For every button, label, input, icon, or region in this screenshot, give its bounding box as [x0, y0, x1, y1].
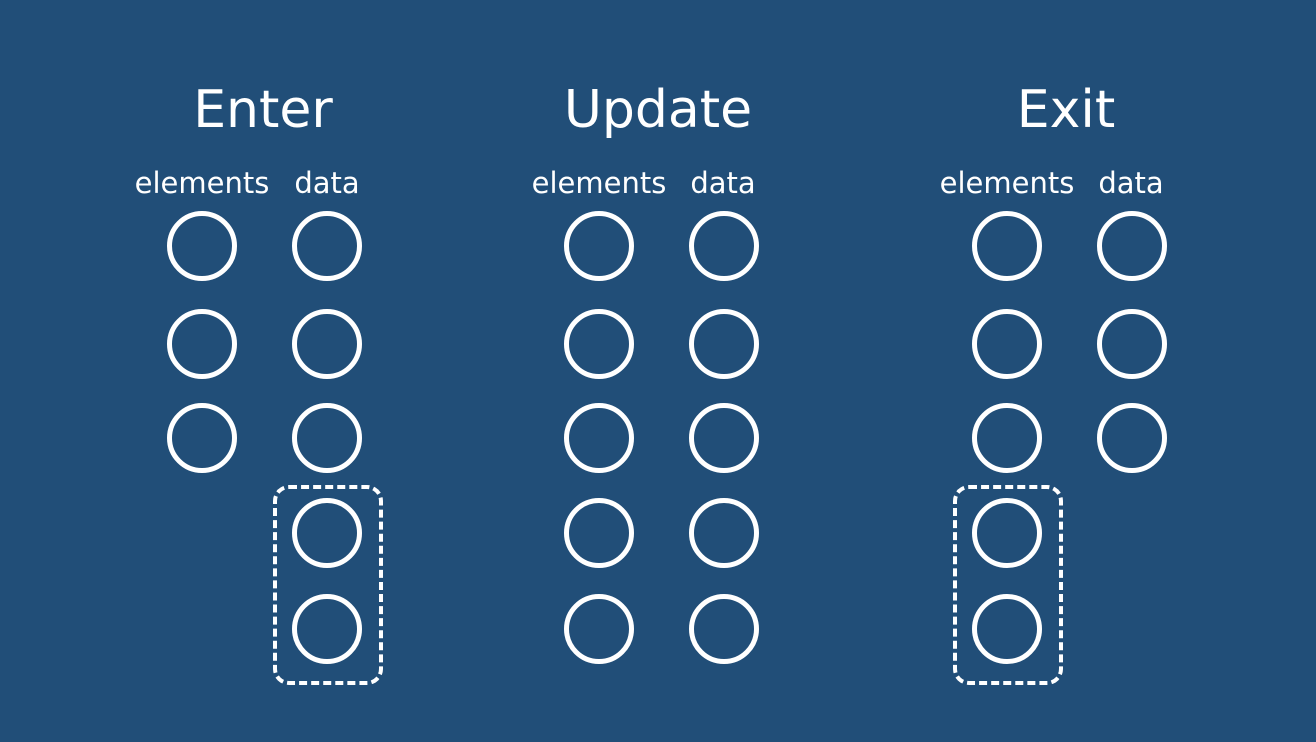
exit-elements-circle-3: [972, 403, 1042, 473]
update-elements-circle-3: [564, 403, 634, 473]
exit-data-circle-3: [1097, 403, 1167, 473]
panel-title-enter: Enter: [193, 80, 333, 140]
exit-data-circle-1: [1097, 211, 1167, 281]
enter-data-circle-4: [292, 498, 362, 568]
enter-data-label: data: [294, 166, 360, 200]
panel-title-update: Update: [563, 80, 753, 140]
update-data-circle-4: [689, 498, 759, 568]
exit-data-label: data: [1098, 166, 1164, 200]
exit-elements-circle-5: [972, 594, 1042, 664]
enter-data-circle-1: [292, 211, 362, 281]
panel-title-exit: Exit: [1016, 80, 1116, 140]
enter-elements-circle-1: [167, 211, 237, 281]
update-data-circle-1: [689, 211, 759, 281]
exit-data-circle-2: [1097, 309, 1167, 379]
exit-elements-circle-2: [972, 309, 1042, 379]
diagram-canvas: Enter elements data Update elements data…: [0, 0, 1316, 742]
exit-elements-circle-1: [972, 211, 1042, 281]
update-data-circle-2: [689, 309, 759, 379]
enter-data-circle-2: [292, 309, 362, 379]
update-data-label: data: [690, 166, 756, 200]
enter-elements-circle-2: [167, 309, 237, 379]
enter-elements-circle-3: [167, 403, 237, 473]
enter-data-circle-3: [292, 403, 362, 473]
update-elements-circle-5: [564, 594, 634, 664]
enter-data-circle-5: [292, 594, 362, 664]
update-elements-circle-4: [564, 498, 634, 568]
update-elements-circle-1: [564, 211, 634, 281]
exit-elements-circle-4: [972, 498, 1042, 568]
update-data-circle-3: [689, 403, 759, 473]
update-elements-circle-2: [564, 309, 634, 379]
update-data-circle-5: [689, 594, 759, 664]
